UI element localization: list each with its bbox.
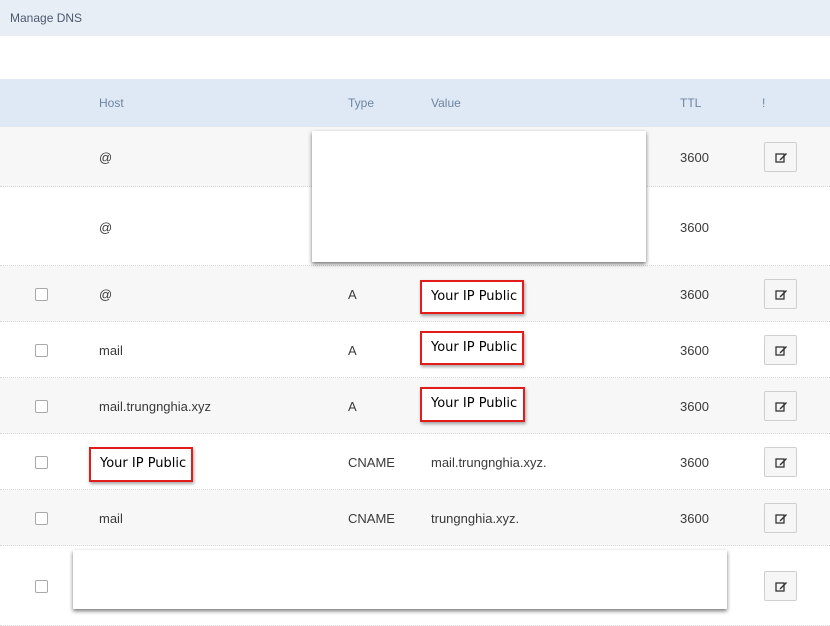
column-action: !	[762, 96, 766, 110]
edit-button[interactable]	[764, 279, 797, 309]
ttl-cell: 3600	[680, 150, 709, 165]
pencil-square-icon	[775, 582, 787, 592]
type-cell: A	[348, 287, 357, 302]
edit-button[interactable]	[764, 447, 797, 477]
type-cell: A	[348, 399, 357, 414]
value-cell: Your IP Public	[431, 396, 518, 411]
host-highlight: Your IP Public	[89, 447, 193, 482]
type-cell: CNAME	[348, 511, 395, 526]
row-checkbox[interactable]	[35, 512, 48, 525]
ttl-cell: 3600	[680, 343, 709, 358]
host-cell: @	[99, 150, 113, 165]
host-cell: @	[99, 220, 113, 235]
pencil-square-icon	[775, 290, 787, 300]
redaction-box	[312, 131, 646, 262]
column-value[interactable]: Value	[431, 96, 461, 110]
edit-button[interactable]	[764, 503, 797, 533]
host-cell: mail	[99, 343, 123, 358]
host-cell: mail.trungnghia.xyz	[99, 399, 211, 414]
ttl-cell: 3600	[680, 220, 709, 235]
ttl-cell: 3600	[680, 511, 709, 526]
ttl-cell: 3600	[680, 455, 709, 470]
pencil-square-icon	[775, 514, 787, 524]
column-type[interactable]: Type	[348, 96, 374, 110]
table-row: @ A 3600	[0, 266, 830, 322]
host-cell: Your IP Public	[100, 456, 187, 471]
pencil-square-icon	[775, 153, 787, 163]
row-checkbox[interactable]	[35, 400, 48, 413]
value-highlight: Your IP Public	[420, 387, 525, 422]
page-title: Manage DNS	[10, 11, 83, 25]
row-checkbox[interactable]	[35, 288, 48, 301]
pencil-square-icon	[775, 402, 787, 412]
edit-button[interactable]	[764, 335, 797, 365]
ttl-cell: 3600	[680, 399, 709, 414]
top-bar: Manage DNS	[0, 0, 830, 36]
table-row: mail A 3600	[0, 322, 830, 378]
ttl-cell: 3600	[680, 287, 709, 302]
host-cell: mail	[99, 511, 123, 526]
redaction-box	[73, 550, 727, 609]
pencil-square-icon	[775, 458, 787, 468]
value-cell: Your IP Public	[431, 340, 518, 355]
row-checkbox[interactable]	[35, 580, 48, 593]
value-highlight: Your IP Public	[420, 331, 524, 365]
row-checkbox[interactable]	[35, 456, 48, 469]
table-header: Host Type Value TTL !	[0, 79, 830, 127]
table-row: mail.trungnghia.xyz A 3600	[0, 378, 830, 434]
value-cell: mail.trungnghia.xyz.	[431, 455, 547, 470]
type-cell: A	[348, 343, 357, 358]
row-checkbox[interactable]	[35, 344, 48, 357]
edit-button[interactable]	[764, 571, 797, 601]
value-highlight: Your IP Public	[420, 280, 524, 314]
value-cell: trungnghia.xyz.	[431, 511, 520, 526]
host-cell: @	[99, 287, 113, 302]
column-host[interactable]: Host	[99, 96, 124, 110]
table-row: mail CNAME trungnghia.xyz. 3600	[0, 490, 830, 546]
column-ttl[interactable]: TTL	[680, 96, 701, 110]
edit-button[interactable]	[764, 142, 797, 172]
edit-button[interactable]	[764, 391, 797, 421]
pencil-square-icon	[775, 346, 787, 356]
value-cell: Your IP Public	[431, 289, 518, 304]
type-cell: CNAME	[348, 455, 395, 470]
